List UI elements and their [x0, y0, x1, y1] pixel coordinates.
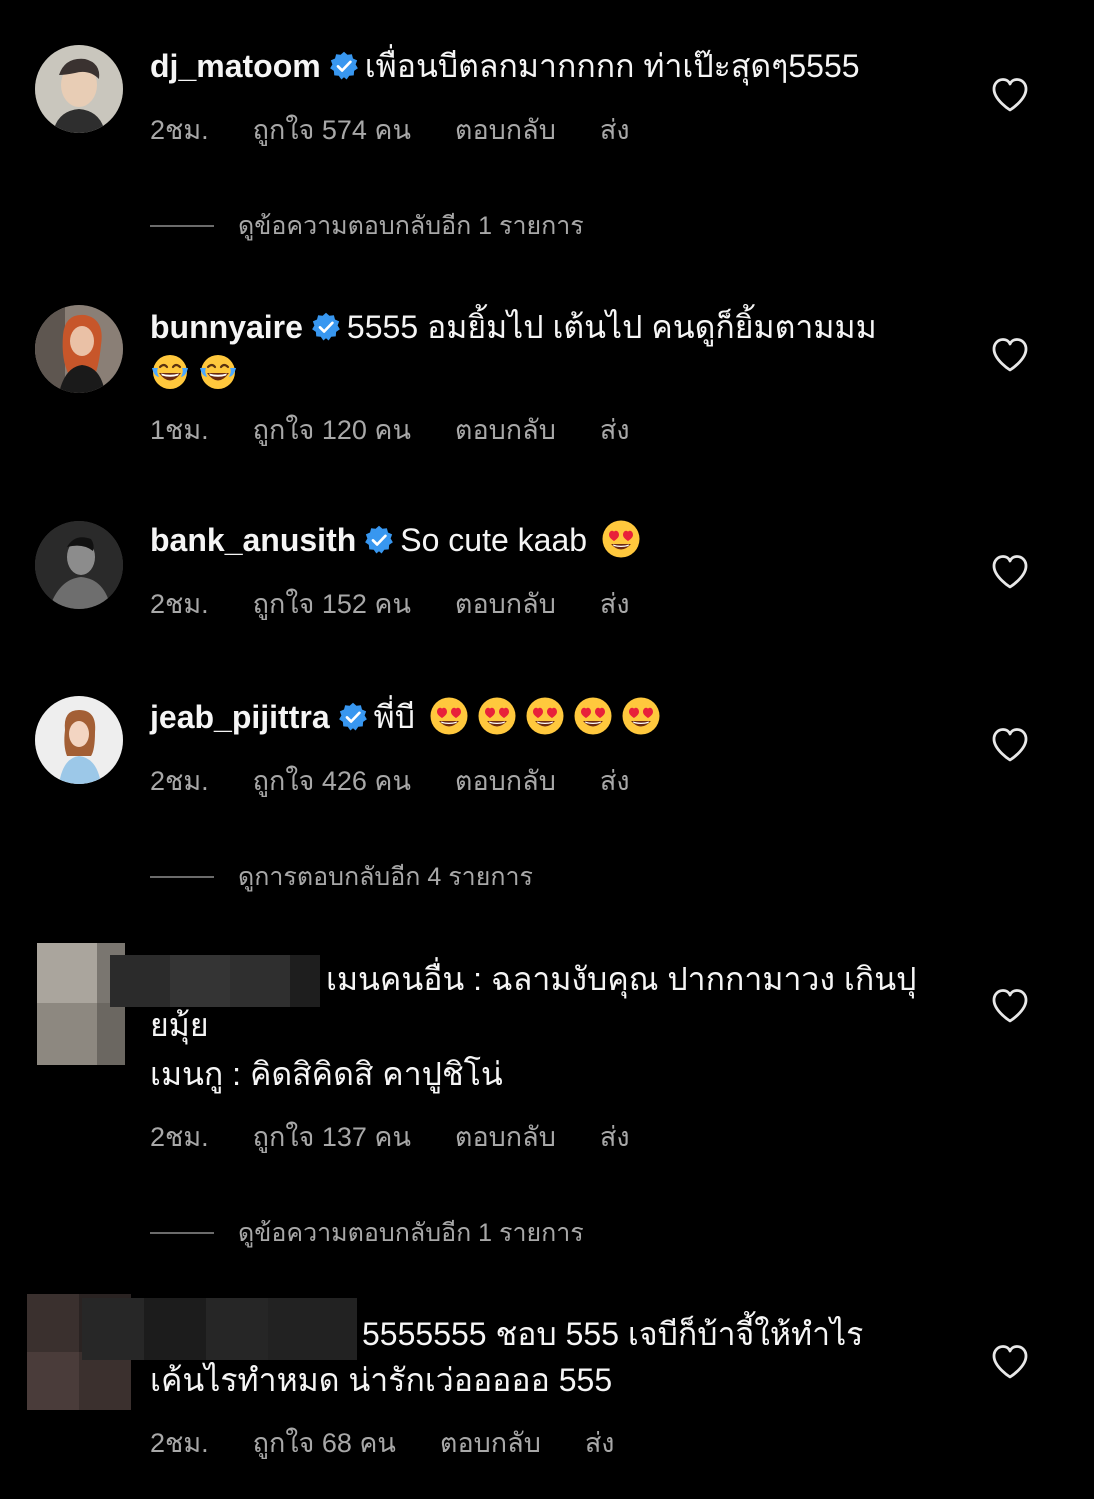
- comment-text: เพื่อนบีตลกมากกกก ท่าเป๊ะสุดๆ5555: [364, 48, 860, 84]
- comment-text: เมนคนอื่น : ฉลามงับคุณ ปากกามาวง เกินปุ: [326, 961, 917, 997]
- comment-text: 5555555 ชอบ 555 เจบีก็บ้าจี้ให้ทำไร: [362, 1316, 864, 1352]
- heart-icon[interactable]: [990, 986, 1030, 1026]
- comment-time: 2ชม.: [150, 589, 209, 619]
- username[interactable]: bunnyaire: [150, 309, 303, 345]
- comment-time: 1ชม.: [150, 415, 209, 445]
- heart-eyes-emoji: [525, 696, 565, 736]
- send-button[interactable]: ส่ง: [600, 115, 630, 145]
- likes-count[interactable]: ถูกใจ 152 คน: [253, 589, 411, 619]
- avatar[interactable]: [35, 45, 123, 133]
- comment-time: 2ชม.: [150, 115, 209, 145]
- username[interactable]: dj_matoom: [150, 48, 321, 84]
- heart-eyes-emoji: [573, 696, 613, 736]
- heart-icon[interactable]: [990, 725, 1030, 765]
- send-button[interactable]: ส่ง: [600, 415, 630, 445]
- divider: [150, 1232, 214, 1234]
- heart-icon[interactable]: [990, 552, 1030, 592]
- heart-icon[interactable]: [990, 335, 1030, 375]
- reply-button[interactable]: ตอบกลับ: [455, 1122, 556, 1152]
- heart-eyes-emoji: [601, 519, 641, 559]
- divider: [150, 225, 214, 227]
- pixelated-username[interactable]: [110, 955, 320, 1007]
- comment-text-continued: เค้นไรทำหมด น่ารักเว่อออออ 555: [150, 1362, 613, 1398]
- view-replies-label[interactable]: ดูข้อความตอบกลับอีก 1 รายการ: [238, 1213, 584, 1253]
- emoji-row: [429, 699, 669, 735]
- view-replies-label[interactable]: ดูข้อความตอบกลับอีก 1 รายการ: [238, 206, 584, 246]
- verified-badge-icon: [329, 51, 359, 81]
- comment-text-continued: ยมุ้ย: [150, 1007, 209, 1043]
- view-replies[interactable]: ดูการตอบกลับอีก 4 รายการ: [150, 857, 533, 897]
- comment-time: 2ชม.: [150, 766, 209, 796]
- reply-button[interactable]: ตอบกลับ: [455, 415, 556, 445]
- comment-text-line3: เมนกู : คิดสิคิดสิ คาปูชิโน่: [150, 1056, 503, 1092]
- divider: [150, 876, 214, 878]
- avatar[interactable]: [35, 696, 123, 784]
- verified-badge-icon: [364, 525, 394, 555]
- heart-eyes-emoji: [429, 696, 469, 736]
- comment-text: พี่บี: [373, 699, 416, 735]
- comment-time: 2ชม.: [150, 1428, 209, 1458]
- likes-count[interactable]: ถูกใจ 574 คน: [253, 115, 411, 145]
- view-replies[interactable]: ดูข้อความตอบกลับอีก 1 รายการ: [150, 1213, 584, 1253]
- reply-button[interactable]: ตอบกลับ: [440, 1428, 541, 1458]
- send-button[interactable]: ส่ง: [600, 1122, 630, 1152]
- view-replies[interactable]: ดูข้อความตอบกลับอีก 1 รายการ: [150, 206, 584, 246]
- verified-badge-icon: [338, 702, 368, 732]
- reply-button[interactable]: ตอบกลับ: [455, 589, 556, 619]
- send-button[interactable]: ส่ง: [600, 589, 630, 619]
- heart-icon[interactable]: [990, 1342, 1030, 1382]
- emoji-row: [150, 349, 930, 397]
- avatar[interactable]: [35, 521, 123, 609]
- likes-count[interactable]: ถูกใจ 426 คน: [253, 766, 411, 796]
- pixelated-username[interactable]: [82, 1298, 357, 1360]
- view-replies-label[interactable]: ดูการตอบกลับอีก 4 รายการ: [238, 857, 533, 897]
- heart-icon[interactable]: [990, 75, 1030, 115]
- comment-text: So cute kaab: [400, 522, 588, 558]
- username[interactable]: jeab_pijittra: [150, 699, 330, 735]
- likes-count[interactable]: ถูกใจ 137 คน: [253, 1122, 411, 1152]
- likes-count[interactable]: ถูกใจ 68 คน: [253, 1428, 396, 1458]
- comment-time: 2ชม.: [150, 1122, 209, 1152]
- heart-eyes-emoji: [477, 696, 517, 736]
- reply-button[interactable]: ตอบกลับ: [455, 115, 556, 145]
- likes-count[interactable]: ถูกใจ 120 คน: [253, 415, 411, 445]
- tears-of-joy-emoji: [150, 352, 190, 392]
- verified-badge-icon: [311, 312, 341, 342]
- username[interactable]: bank_anusith: [150, 522, 356, 558]
- send-button[interactable]: ส่ง: [600, 766, 630, 796]
- heart-eyes-emoji: [621, 696, 661, 736]
- tears-of-joy-emoji: [198, 352, 238, 392]
- send-button[interactable]: ส่ง: [585, 1428, 615, 1458]
- comment-text: 5555 อมยิ้มไป เต้นไป คนดูก็ยิ้มตามมม: [346, 309, 877, 345]
- avatar[interactable]: [35, 305, 123, 393]
- reply-button[interactable]: ตอบกลับ: [455, 766, 556, 796]
